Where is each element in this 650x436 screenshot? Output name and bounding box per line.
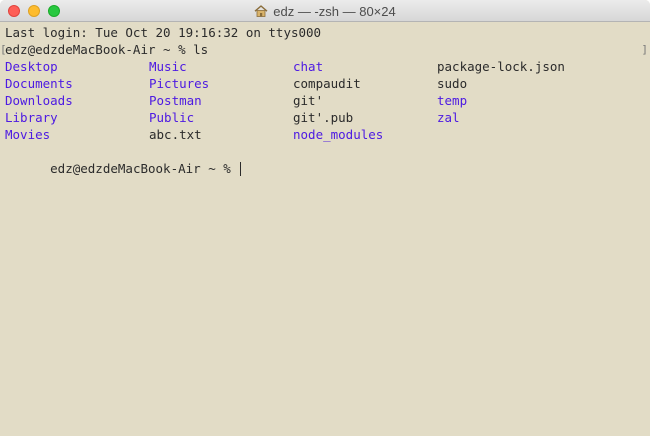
last-login-line: Last login: Tue Oct 20 19:16:32 on ttys0… bbox=[5, 25, 322, 40]
ls-file-entry: package-lock.json bbox=[437, 59, 565, 74]
ls-column: Desktop Documents Downloads Library Movies bbox=[5, 58, 149, 143]
ls-output: Desktop Documents Downloads Library Movies Mu… bbox=[5, 58, 605, 143]
ls-file-entry: abc.txt bbox=[149, 127, 202, 142]
ls-file-entry: sudo bbox=[437, 76, 468, 91]
ls-directory-entry: Documents bbox=[5, 76, 73, 91]
ls-directory-entry: node_modules bbox=[293, 127, 384, 142]
terminal-window: edz — -zsh — 80×24 Last login: Tue Oct 2… bbox=[0, 0, 650, 436]
ls-directory-entry: Movies bbox=[5, 127, 51, 142]
prompt-line-current[interactable]: edz@edzdeMacBook-Air ~ % bbox=[5, 143, 242, 176]
terminal-content[interactable]: Last login: Tue Oct 20 19:16:32 on ttys0… bbox=[0, 22, 650, 436]
ls-column: chat compaudit git' git'.pub node_modules bbox=[293, 58, 437, 143]
ls-file-entry: git' bbox=[293, 93, 324, 108]
home-icon bbox=[254, 5, 268, 17]
ls-column: Music Pictures Postman Public abc.txt bbox=[149, 58, 293, 143]
ls-directory-entry: Public bbox=[149, 110, 195, 125]
window-title: edz — -zsh — 80×24 bbox=[273, 3, 396, 19]
ls-directory-entry: Library bbox=[5, 110, 58, 125]
text-cursor bbox=[240, 162, 242, 176]
ls-directory-entry: Pictures bbox=[149, 76, 210, 91]
window-title-group: edz — -zsh — 80×24 bbox=[0, 0, 650, 22]
ls-directory-entry: Music bbox=[149, 59, 187, 74]
prompt-line-ls: edz@edzdeMacBook-Air ~ % ls bbox=[5, 42, 209, 57]
ls-column: package-lock.json sudo temp zal bbox=[437, 58, 581, 126]
ls-directory-entry: zal bbox=[437, 110, 460, 125]
title-bar[interactable]: edz — -zsh — 80×24 bbox=[0, 0, 650, 22]
ls-directory-entry: Desktop bbox=[5, 59, 58, 74]
mark-right: ] bbox=[641, 43, 648, 56]
ls-file-entry: compaudit bbox=[293, 76, 361, 91]
ls-directory-entry: temp bbox=[437, 93, 468, 108]
ls-file-entry: git'.pub bbox=[293, 110, 354, 125]
ls-directory-entry: Downloads bbox=[5, 93, 73, 108]
ls-directory-entry: chat bbox=[293, 59, 324, 74]
prompt-text: edz@edzdeMacBook-Air ~ % bbox=[50, 161, 231, 176]
ls-directory-entry: Postman bbox=[149, 93, 202, 108]
